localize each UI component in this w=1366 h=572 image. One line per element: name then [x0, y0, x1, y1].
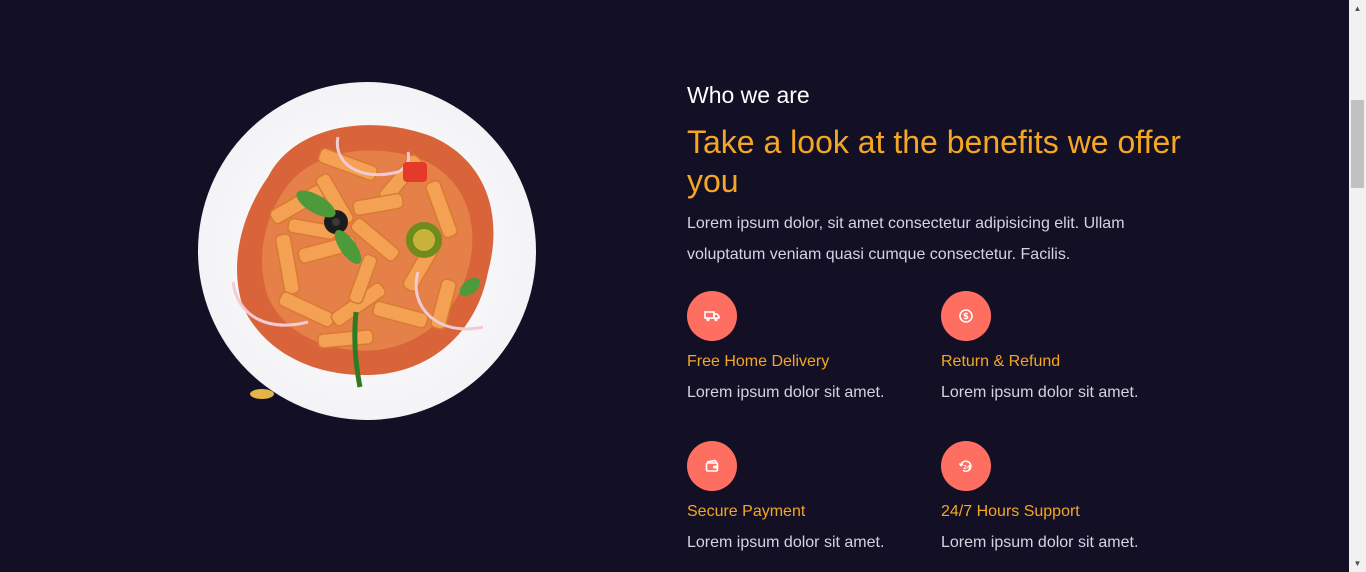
card-icon-badge — [687, 441, 737, 491]
feature-free-delivery: Free Home Delivery Lorem ipsum dolor sit… — [687, 291, 917, 403]
scroll-down-arrow-icon[interactable]: ▼ — [1349, 555, 1366, 572]
pasta-plate-image — [198, 82, 536, 420]
feature-title: Free Home Delivery — [687, 353, 830, 370]
coin-icon: $ — [959, 309, 973, 323]
feature-title: 24/7 Hours Support — [941, 503, 1080, 520]
feature-description: Lorem ipsum dolor sit amet. — [941, 384, 1139, 401]
section-heading: Take a look at the benefits we offer you — [687, 124, 1181, 199]
feature-title: Return & Refund — [941, 353, 1061, 370]
about-section: Who we are Take a look at the benefits w… — [0, 0, 1349, 572]
coin-icon-badge: $ — [941, 291, 991, 341]
card-icon — [705, 459, 718, 472]
svg-text:$: $ — [963, 312, 969, 322]
scroll-up-arrow-icon[interactable]: ▲ — [1349, 0, 1366, 17]
truck-icon-badge — [687, 291, 737, 341]
section-eyebrow: Who we are — [687, 82, 810, 108]
section-intro: Lorem ipsum dolor, sit amet consectetur … — [687, 215, 1125, 263]
feature-description: Lorem ipsum dolor sit amet. — [941, 534, 1139, 551]
svg-text:24: 24 — [963, 465, 971, 471]
feature-description: Lorem ipsum dolor sit amet. — [687, 384, 885, 401]
vertical-scrollbar[interactable]: ▲ ▼ — [1349, 0, 1366, 572]
feature-title: Secure Payment — [687, 503, 806, 520]
feature-secure-payment: Secure Payment Lorem ipsum dolor sit ame… — [687, 441, 917, 553]
scrollbar-thumb[interactable] — [1351, 100, 1364, 188]
support-24-icon-badge: 24 — [941, 441, 991, 491]
feature-24-7-support: 24 24/7 Hours Support Lorem ipsum dolor … — [941, 441, 1171, 553]
support-24-icon: 24 — [958, 460, 972, 472]
feature-description: Lorem ipsum dolor sit amet. — [687, 534, 885, 551]
pasta-illustration — [231, 125, 494, 399]
truck-icon — [704, 311, 720, 322]
feature-return-refund: $ Return & Refund Lorem ipsum dolor sit … — [941, 291, 1171, 403]
